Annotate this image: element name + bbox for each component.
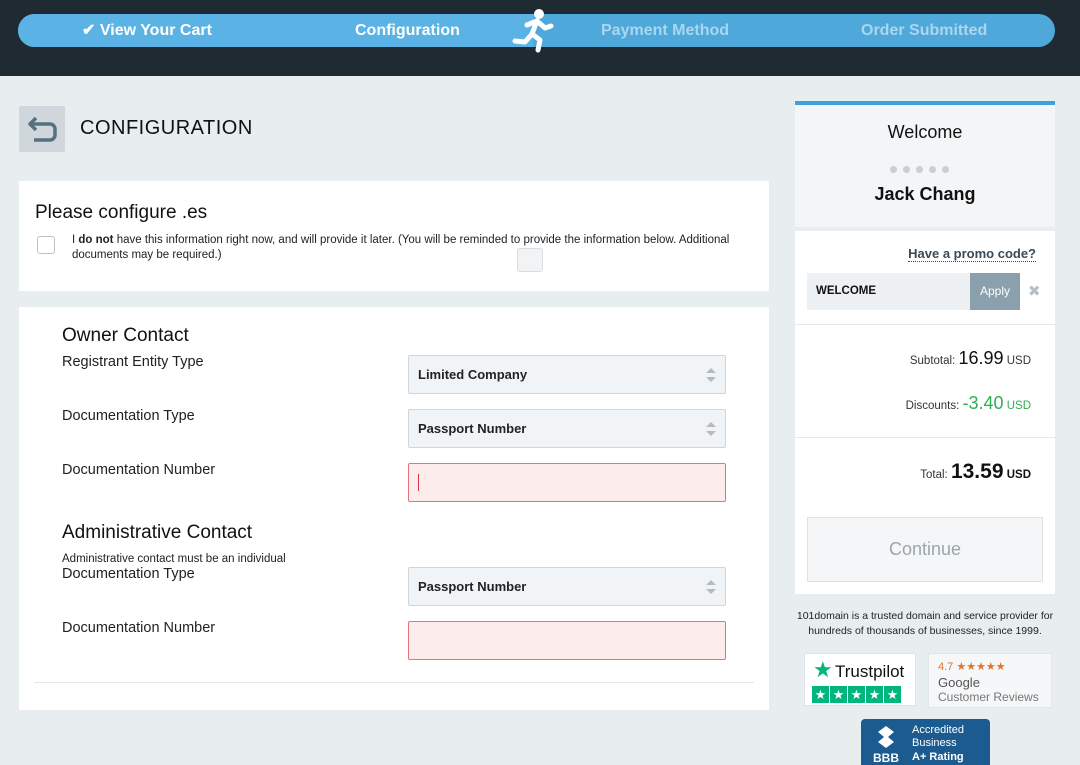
admin-documentation-type-label: Documentation Type	[62, 566, 195, 582]
back-arrow-icon	[28, 116, 57, 142]
welcome-title: Welcome	[887, 122, 963, 142]
continue-button[interactable]: Continue	[807, 517, 1043, 582]
google-name: Google	[938, 675, 980, 690]
check-icon: ✔	[82, 22, 96, 39]
text-caret	[418, 474, 419, 491]
trustpilot-name: Trustpilot	[835, 662, 905, 681]
back-button[interactable]	[19, 106, 65, 152]
administrative-contact-title: Administrative Contact	[62, 522, 253, 543]
svg-text:BBB: BBB	[873, 751, 899, 765]
small-toggle-box[interactable]	[517, 248, 543, 272]
owner-documentation-number-input[interactable]	[408, 463, 726, 502]
google-reviews-badge[interactable]: 4.7 ★★★★★ Google Customer Reviews	[928, 653, 1052, 708]
owner-documentation-number-label: Documentation Number	[62, 462, 216, 478]
select-arrows-icon	[706, 580, 716, 594]
owner-contact-title: Owner Contact	[62, 325, 189, 346]
step-order-submitted: Order Submitted	[861, 14, 987, 47]
welcome-card: Welcome Jack Chang	[795, 101, 1055, 227]
total-value: 13.59	[950, 460, 1004, 483]
step-label: View Your Cart	[99, 22, 212, 39]
dots-separator	[890, 160, 962, 173]
trustpilot-stars: ★ ★ ★ ★ ★	[812, 686, 902, 704]
owner-documentation-type-label: Documentation Type	[62, 408, 195, 424]
owner-documentation-type-select[interactable]: Passport Number	[408, 409, 726, 448]
provide-later-label: I do not have this information right now…	[72, 234, 730, 261]
bbb-logo-icon: BBB	[873, 726, 899, 765]
select-arrows-icon	[706, 368, 716, 382]
step-view-cart[interactable]: ✔ View Your Cart	[82, 14, 212, 47]
discount-value: -3.40	[962, 393, 1004, 413]
administrative-contact-note: Administrative contact must be an indivi…	[62, 553, 286, 565]
step-label: Payment Method	[601, 22, 730, 39]
select-arrows-icon	[706, 422, 716, 436]
provide-later-checkbox[interactable]	[37, 236, 55, 254]
configure-panel: Please configure .es I do not have this …	[19, 181, 769, 291]
step-label: Order Submitted	[861, 22, 988, 39]
checkout-progress-header: ✔ View Your Cart Configuration Payment M…	[0, 0, 1080, 76]
discount-row: Discounts: -3.40 USD	[905, 393, 1031, 413]
bbb-badge[interactable]: BBB Accredited Business A+ Rating	[861, 719, 990, 765]
admin-documentation-number-input[interactable]	[408, 621, 726, 660]
running-man-icon	[512, 9, 554, 53]
total-row: Total: 13.59 USD	[920, 460, 1031, 483]
subtotal-value: 16.99	[958, 348, 1004, 368]
order-summary: Have a promo code? WELCOME Apply ✖ Subto…	[795, 231, 1055, 594]
configure-heading: Please configure .es	[35, 202, 208, 223]
contacts-panel: Owner Contact Registrant Entity Type Lim…	[19, 307, 769, 710]
google-rating: 4.7 ★★★★★	[938, 661, 1006, 673]
trustpilot-badge[interactable]: ★ Trustpilot ★ ★ ★ ★ ★	[804, 653, 916, 706]
admin-documentation-number-label: Documentation Number	[62, 620, 216, 636]
divider	[34, 682, 754, 683]
user-name: Jack Chang	[874, 184, 976, 204]
promo-code-input[interactable]: WELCOME	[807, 273, 970, 310]
page-title: CONFIGURATION	[80, 117, 253, 139]
registrant-entity-type-label: Registrant Entity Type	[62, 354, 204, 370]
step-configuration: Configuration	[355, 14, 460, 47]
apply-promo-button[interactable]: Apply	[970, 273, 1020, 310]
step-label: Configuration	[355, 22, 460, 39]
remove-promo-icon[interactable]: ✖	[1028, 284, 1041, 299]
google-reviews-label: Customer Reviews	[938, 690, 1039, 704]
registrant-entity-type-select[interactable]: Limited Company	[408, 355, 726, 394]
trustpilot-star-icon: ★	[813, 657, 833, 682]
admin-documentation-type-select[interactable]: Passport Number	[408, 567, 726, 606]
trust-statement: 101domain is a trusted domain and servic…	[796, 610, 1054, 637]
subtotal-row: Subtotal: 16.99 USD	[909, 348, 1031, 368]
step-payment-method: Payment Method	[601, 14, 729, 47]
promo-code-link[interactable]: Have a promo code?	[908, 246, 1036, 262]
